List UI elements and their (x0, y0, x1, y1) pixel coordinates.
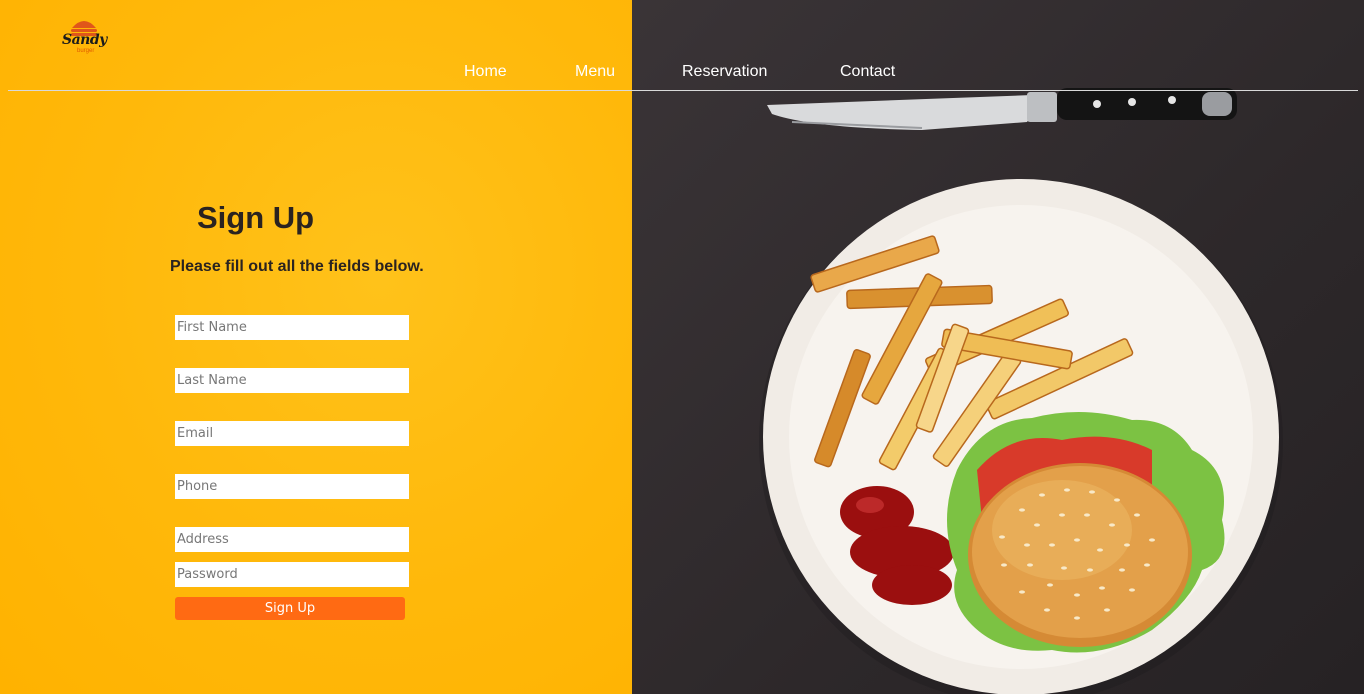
nav-home-link[interactable]: Home (464, 63, 507, 81)
nav-contact-link[interactable]: Contact (840, 63, 895, 81)
knife-icon (767, 88, 1237, 130)
brand-name[interactable]: Sandy (62, 32, 107, 48)
address-field[interactable] (175, 527, 409, 552)
password-field[interactable] (175, 562, 409, 587)
food-photo (632, 0, 1364, 694)
nav-menu-link[interactable]: Menu (575, 63, 615, 81)
last-name-field[interactable] (175, 368, 409, 393)
first-name-field[interactable] (175, 315, 409, 340)
burger-fries-plate-illustration (759, 88, 1283, 694)
sign-up-button[interactable]: Sign Up (175, 597, 405, 620)
nav-divider (8, 90, 1358, 91)
email-field[interactable] (175, 421, 409, 446)
phone-field[interactable] (175, 474, 409, 499)
nav-reservation-link[interactable]: Reservation (682, 63, 767, 81)
brand-tagline: burger (77, 48, 95, 54)
form-instructions: Please fill out all the fields below. (170, 258, 424, 275)
signup-panel (0, 0, 632, 694)
page-title: Sign Up (197, 200, 315, 235)
